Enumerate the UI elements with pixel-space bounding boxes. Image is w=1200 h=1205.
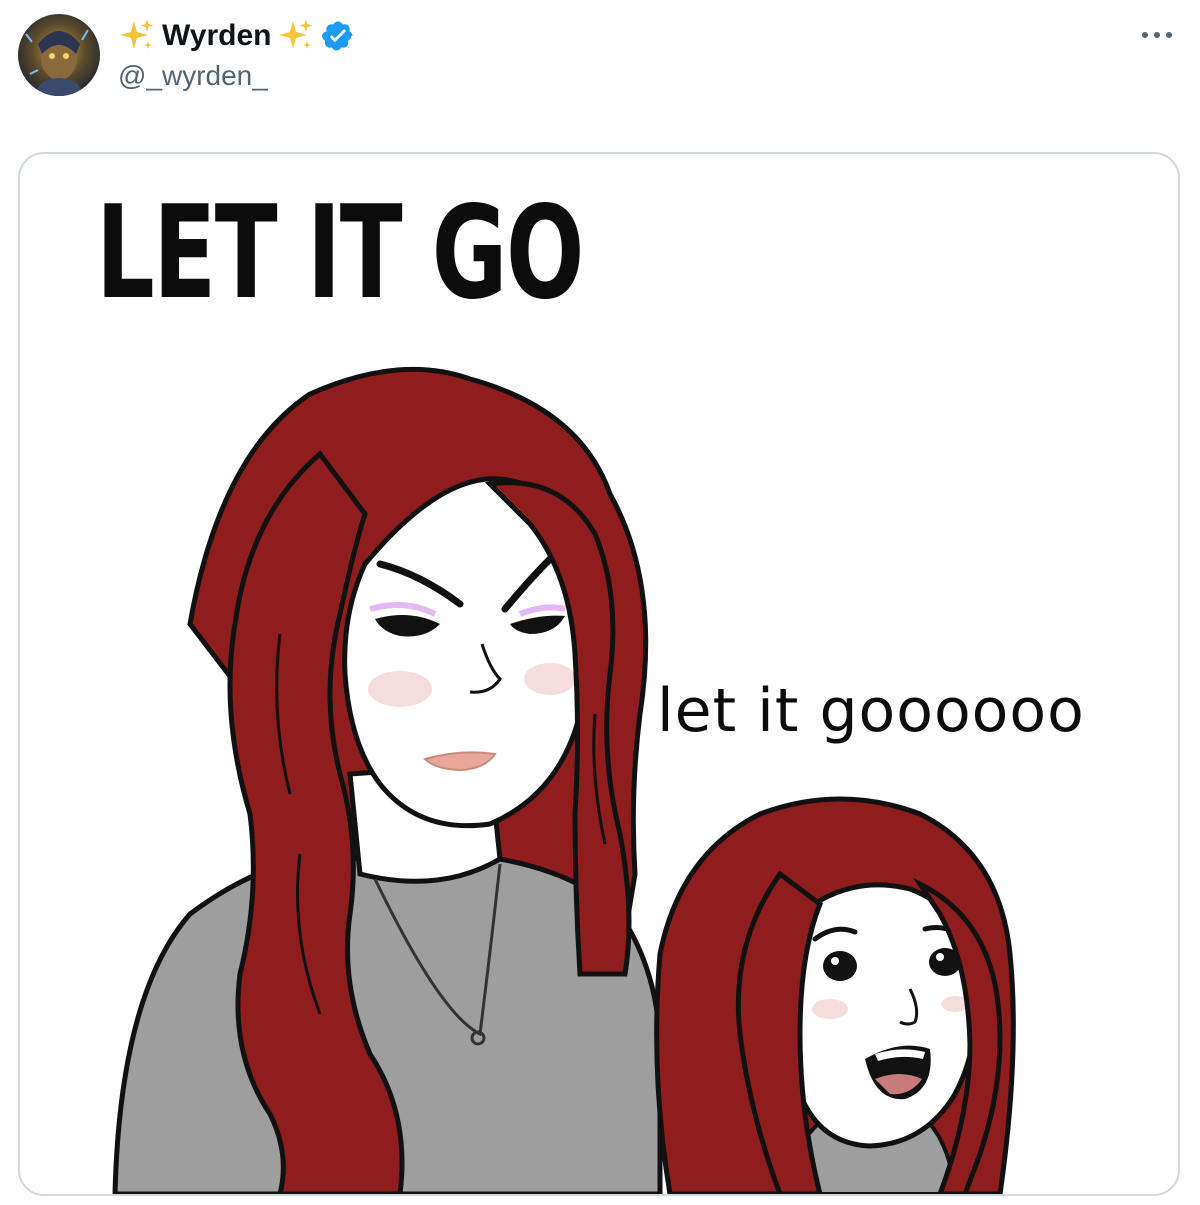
author-name-row[interactable]: Wyrden [118, 14, 355, 58]
meme-caption-text: let it goooooo [657, 676, 1085, 746]
avatar[interactable] [18, 14, 100, 96]
sparkles-icon [118, 17, 156, 55]
more-options-button[interactable] [1136, 22, 1178, 48]
sparkles-icon [277, 17, 315, 55]
author-handle[interactable]: @_wyrden_ [118, 60, 268, 92]
tweet-media-image[interactable]: LET IT GO let it goooooo [18, 152, 1180, 1196]
verified-badge-icon[interactable] [321, 19, 355, 53]
meme-title-text: LET IT GO [96, 179, 584, 328]
more-horizontal-icon [1142, 32, 1172, 38]
tweet-header: Wyrden @_wyrden_ [0, 0, 1200, 130]
author-display-name[interactable]: Wyrden [162, 19, 271, 53]
